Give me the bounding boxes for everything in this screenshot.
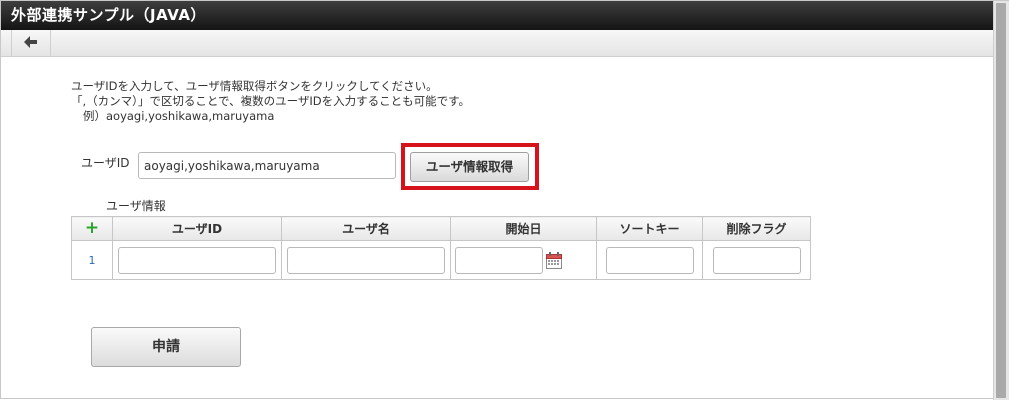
row-start-date-input[interactable]	[455, 246, 543, 274]
user-info-table: + ユーザID ユーザ名 開始日 ソートキー 削除フラグ 1	[71, 216, 811, 280]
calendar-icon[interactable]	[546, 251, 562, 269]
sort-key-cell	[596, 240, 703, 280]
toolbar	[1, 30, 993, 57]
user-id-input[interactable]	[138, 152, 396, 179]
user-id-cell	[112, 240, 282, 280]
start-date-cell	[450, 240, 597, 280]
table-header-row: + ユーザID ユーザ名 開始日 ソートキー 削除フラグ	[71, 216, 811, 241]
row-number-cell: 1	[71, 240, 113, 280]
user-info-section-label: ユーザ情報	[106, 199, 166, 213]
row-sort-key-input[interactable]	[605, 246, 694, 274]
row-delete-flag-input[interactable]	[712, 246, 801, 274]
add-row-header: +	[71, 216, 113, 241]
instruction-line-2: 「,（カンマ）」で区切ることで、複数のユーザIDを入力することも可能です。	[71, 94, 470, 108]
back-button[interactable]	[11, 30, 51, 56]
delete-flag-cell	[702, 240, 811, 280]
add-row-icon[interactable]: +	[85, 218, 99, 238]
row-user-id-input[interactable]	[118, 246, 276, 274]
submit-button[interactable]: 申請	[91, 327, 241, 367]
fetch-user-info-button[interactable]: ユーザ情報取得	[410, 152, 529, 182]
column-header: 削除フラグ	[702, 216, 811, 241]
user-name-cell	[281, 240, 451, 280]
row-user-name-input[interactable]	[287, 246, 445, 274]
row-number: 1	[88, 254, 96, 267]
table-row: 1	[71, 240, 811, 280]
column-header: ユーザID	[112, 216, 282, 241]
user-id-label: ユーザID	[81, 156, 130, 170]
instruction-line-1: ユーザIDを入力して、ユーザ情報取得ボタンをクリックしてください。	[71, 79, 438, 93]
window-title: 外部連携サンプル（JAVA）	[1, 1, 993, 30]
app-window: 外部連携サンプル（JAVA） ユーザIDを入力して、ユーザ情報取得ボタンをクリッ…	[0, 0, 1009, 400]
scrollbar-thumb[interactable]	[996, 3, 1006, 398]
column-header: 開始日	[450, 216, 597, 241]
column-header: ソートキー	[596, 216, 703, 241]
arrow-left-icon	[24, 36, 37, 48]
instruction-example: 例）aoyagi,yoshikawa,maruyama	[83, 109, 275, 123]
instructions: ユーザIDを入力して、ユーザ情報取得ボタンをクリックしてください。 「,（カンマ…	[71, 79, 470, 124]
column-header: ユーザ名	[281, 216, 451, 241]
